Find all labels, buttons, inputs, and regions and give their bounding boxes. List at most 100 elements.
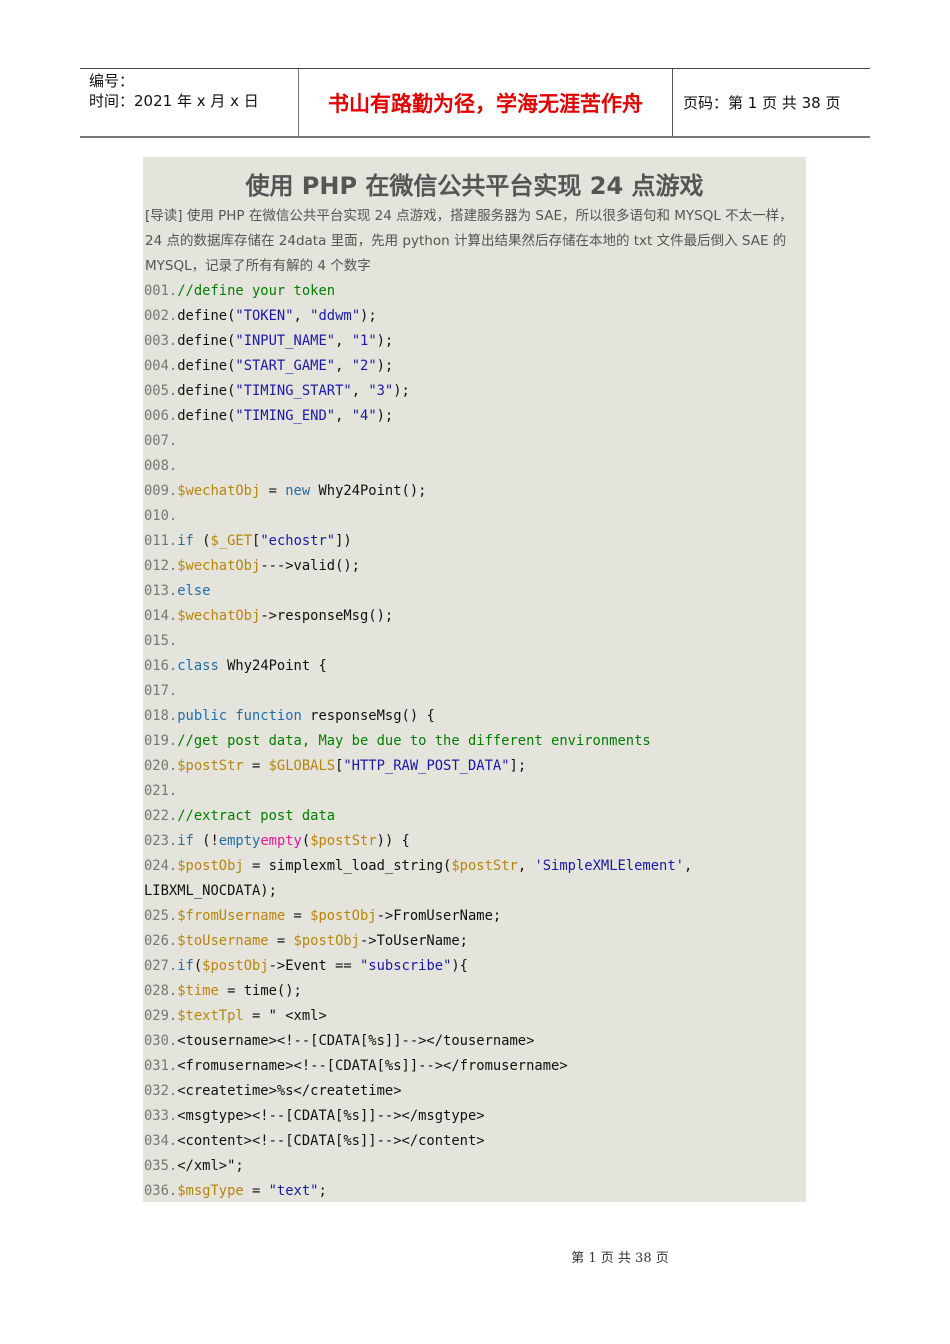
code-string: "START_GAME" xyxy=(235,358,336,374)
code-text: ( xyxy=(301,833,311,849)
header-motto: 书山有路勤为径，学海无涯苦作舟 xyxy=(299,69,673,136)
code-string: "1" xyxy=(351,333,377,349)
line-number: 021. xyxy=(144,783,178,799)
code-variable: $fromUsername xyxy=(177,908,286,924)
code-function: empty xyxy=(260,833,302,849)
article-body: 使用 PHP 在微信公共平台实现 24 点游戏 [导读] 使用 PHP 在微信公… xyxy=(143,157,806,1202)
code-line: 031.<fromusername><!--[CDATA[%s]]--></fr… xyxy=(144,1054,806,1079)
number-label: 编号： xyxy=(89,72,135,90)
code-text: , xyxy=(293,308,311,324)
code-text: ( xyxy=(193,958,203,974)
code-text: , xyxy=(517,858,535,874)
code-text: </xml>"; xyxy=(177,1158,244,1174)
code-text: , xyxy=(335,333,352,349)
code-text: = xyxy=(260,483,286,499)
code-variable: $GLOBALS xyxy=(268,758,336,774)
page-footer: 第 1 页 共 38 页 xyxy=(571,1251,669,1266)
code-text: , xyxy=(335,358,352,374)
header-page-label: 页码：第 1 页 共 38 页 xyxy=(683,94,841,112)
code-line: 025.$fromUsername = $postObj->FromUserNa… xyxy=(144,904,806,929)
line-number: 019. xyxy=(144,733,178,749)
line-number: 002. xyxy=(144,308,178,324)
code-string: "TIMING_START" xyxy=(235,383,352,399)
code-line: 013.else xyxy=(144,579,806,604)
code-line: 032.<createtime>%s</createtime> xyxy=(144,1079,806,1104)
line-number: 012. xyxy=(144,558,178,574)
code-line: 016.class Why24Point { xyxy=(144,654,806,679)
code-variable: $textTpl xyxy=(177,1008,244,1024)
code-text: define( xyxy=(177,408,236,424)
line-number: 004. xyxy=(144,358,178,374)
line-number: 032. xyxy=(144,1083,178,1099)
code-line: 019.//get post data, May be due to the d… xyxy=(144,729,806,754)
code-variable: $msgType xyxy=(177,1183,244,1199)
code-text: ->ToUserName; xyxy=(359,933,468,949)
code-line: 036.$msgType = "text"; xyxy=(144,1179,806,1204)
code-string: "TOKEN" xyxy=(235,308,294,324)
code-text: , xyxy=(351,383,369,399)
line-number: 015. xyxy=(144,633,178,649)
line-number: 031. xyxy=(144,1058,178,1074)
code-keyword: new xyxy=(285,483,311,499)
code-line: 007. xyxy=(144,429,806,454)
code-line: 022.//extract post data xyxy=(144,804,806,829)
code-comment: //get post data, May be due to the diffe… xyxy=(177,733,651,749)
code-variable: $postObj xyxy=(310,908,377,924)
code-text: ->FromUserName; xyxy=(376,908,502,924)
line-number: 030. xyxy=(144,1033,178,1049)
line-number: 020. xyxy=(144,758,178,774)
page-header: 编号： 时间：2021 年 x 月 x 日 书山有路勤为径，学海无涯苦作舟 页码… xyxy=(80,68,870,138)
code-text: define( xyxy=(177,358,236,374)
line-number: 028. xyxy=(144,983,178,999)
line-number: 001. xyxy=(144,283,178,299)
code-string: 'SimpleXMLElement' xyxy=(534,858,684,874)
code-line: 011.if ($_GET["echostr"]) xyxy=(144,529,806,554)
code-line: 009.$wechatObj = new Why24Point(); xyxy=(144,479,806,504)
code-variable: $postStr xyxy=(177,758,244,774)
code-text: define( xyxy=(177,333,236,349)
code-string: "4" xyxy=(351,408,377,424)
article-intro: [导读] 使用 PHP 在微信公共平台实现 24 点游戏，搭建服务器为 SAE，… xyxy=(145,208,793,274)
code-line: 028.$time = time(); xyxy=(144,979,806,1004)
code-line: 006.define("TIMING_END", "4"); xyxy=(144,404,806,429)
code-text: )) { xyxy=(376,833,410,849)
code-string: "TIMING_END" xyxy=(235,408,336,424)
line-number: 009. xyxy=(144,483,178,499)
code-comment: //extract post data xyxy=(177,808,336,824)
code-text: <createtime>%s</createtime> xyxy=(177,1083,402,1099)
code-keyword: public function xyxy=(177,708,302,724)
code-line: 003.define("INPUT_NAME", "1"); xyxy=(144,329,806,354)
code-text: ->Event == xyxy=(268,958,360,974)
line-number: 010. xyxy=(144,508,178,524)
code-text: ]) xyxy=(335,533,352,549)
code-keyword: else xyxy=(177,583,211,599)
line-number: 025. xyxy=(144,908,178,924)
code-text: = xyxy=(268,933,294,949)
article-title: 使用 PHP 在微信公共平台实现 24 点游戏 xyxy=(245,172,704,200)
code-text: ){ xyxy=(451,958,468,974)
code-text: ); xyxy=(360,308,377,324)
line-number: 005. xyxy=(144,383,178,399)
line-number: 022. xyxy=(144,808,178,824)
code-string: "echostr" xyxy=(260,533,336,549)
line-number: 007. xyxy=(144,433,178,449)
line-number: 011. xyxy=(144,533,178,549)
code-text: <msgtype><!--[CDATA[%s]]--></msgtype> xyxy=(177,1108,485,1124)
line-number: 016. xyxy=(144,658,178,674)
code-line: 030.<tousername><!--[CDATA[%s]]--></tous… xyxy=(144,1029,806,1054)
code-keyword: empty xyxy=(218,833,261,849)
code-text: , xyxy=(683,858,693,874)
code-line: 005.define("TIMING_START", "3"); xyxy=(144,379,806,404)
line-number: 024. xyxy=(144,858,178,874)
code-line: 017. xyxy=(144,679,806,704)
code-string: "INPUT_NAME" xyxy=(235,333,336,349)
code-line: 034.<content><!--[CDATA[%s]]--></content… xyxy=(144,1129,806,1154)
line-number: 027. xyxy=(144,958,178,974)
code-string: "ddwm" xyxy=(310,308,361,324)
code-variable: $postObj xyxy=(177,858,244,874)
line-number: 006. xyxy=(144,408,178,424)
code-text: <content><!--[CDATA[%s]]--></content> xyxy=(177,1133,485,1149)
code-text: define( xyxy=(177,308,236,324)
code-variable: $wechatObj xyxy=(177,608,261,624)
code-line: 001.//define your token xyxy=(144,279,806,304)
